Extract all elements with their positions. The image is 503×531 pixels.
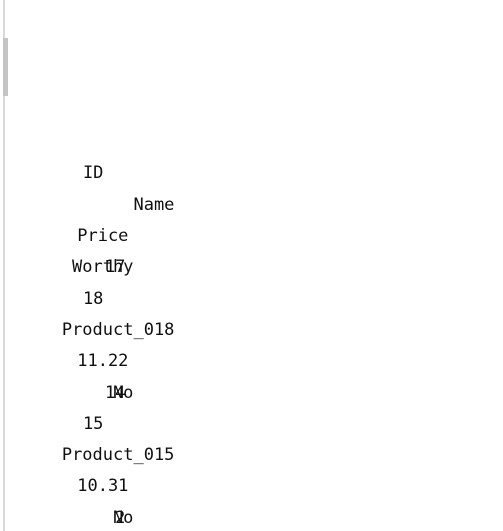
cell-name: Product_015 [61,445,175,466]
table-row-partial [0,524,503,531]
table-header-row: ID Name Price Worthy [0,96,503,277]
header-cell-price: Price [77,226,129,247]
header-cell-name: Name [133,194,175,215]
cell-name: Product_018 [61,319,175,340]
header-cell-id: ID [82,163,104,184]
cell-index: 14 [104,382,126,403]
clipped-next-row [0,524,503,531]
cell-id: 18 [82,288,104,309]
cell-price: 10.31 [77,476,129,497]
cell-price: 11.22 [77,351,129,372]
dataframe-text-output: ID Name Price Worthy 17 18 Product_018 1… [0,0,503,531]
dataframe-output-pane: ID Name Price Worthy 17 18 Product_018 1… [0,0,503,531]
cell-index: 17 [104,257,126,278]
cell-id: 15 [82,413,104,434]
